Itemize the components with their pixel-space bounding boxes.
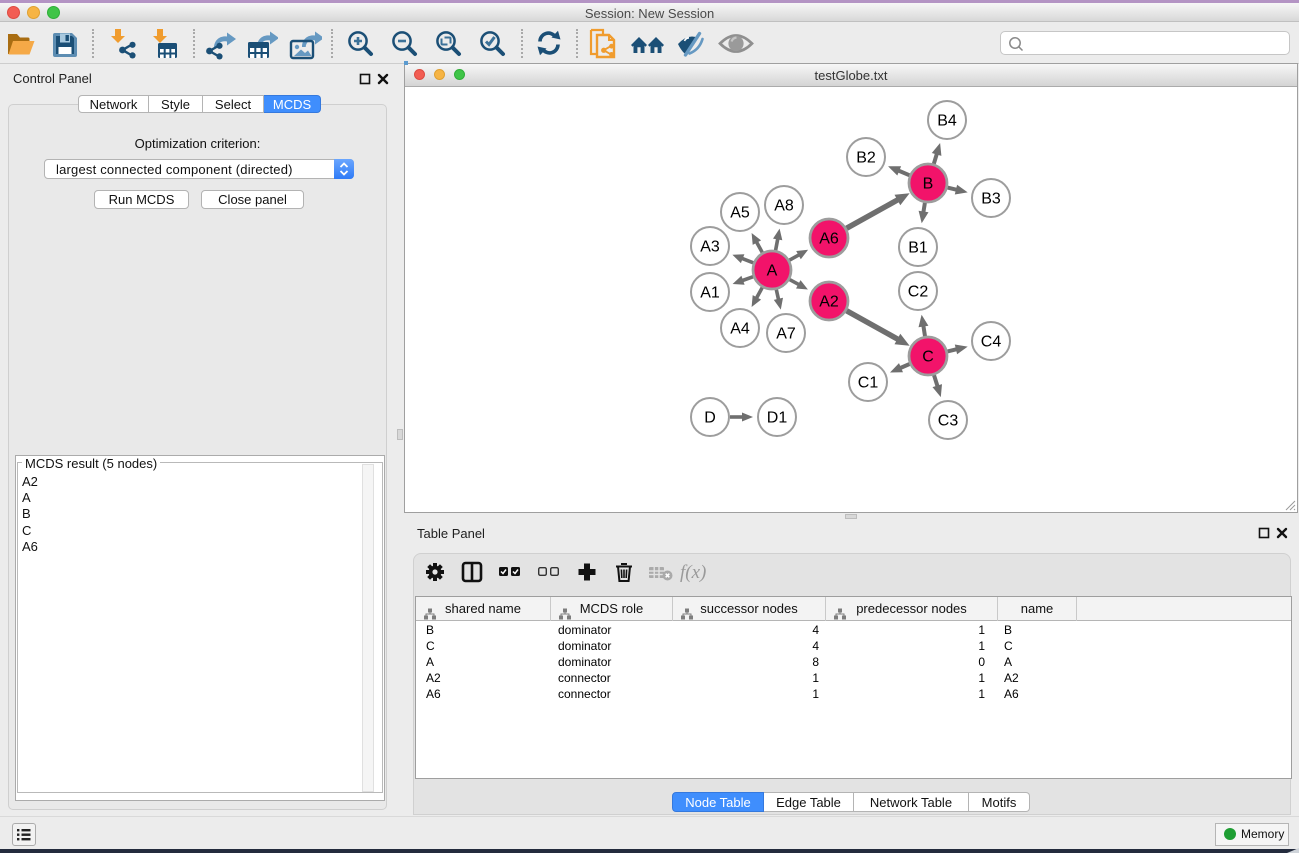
svg-text:A4: A4 xyxy=(730,321,750,338)
svg-text:C3: C3 xyxy=(938,413,959,430)
svg-text:A6: A6 xyxy=(819,231,839,248)
svg-text:B4: B4 xyxy=(937,113,957,130)
svg-text:B1: B1 xyxy=(908,240,928,257)
svg-text:A3: A3 xyxy=(700,239,720,256)
svg-text:C: C xyxy=(922,349,934,366)
svg-text:A1: A1 xyxy=(700,285,720,302)
svg-text:A5: A5 xyxy=(730,205,750,222)
svg-text:A2: A2 xyxy=(819,294,839,311)
svg-text:C1: C1 xyxy=(858,375,879,392)
svg-text:A: A xyxy=(767,263,778,280)
svg-text:B: B xyxy=(923,176,934,193)
svg-text:C4: C4 xyxy=(981,334,1002,351)
svg-text:B3: B3 xyxy=(981,191,1001,208)
svg-text:A7: A7 xyxy=(776,326,796,343)
svg-text:A8: A8 xyxy=(774,198,794,215)
svg-text:B2: B2 xyxy=(856,150,876,167)
svg-text:C2: C2 xyxy=(908,284,929,301)
svg-text:D: D xyxy=(704,410,716,427)
svg-text:D1: D1 xyxy=(767,410,788,427)
